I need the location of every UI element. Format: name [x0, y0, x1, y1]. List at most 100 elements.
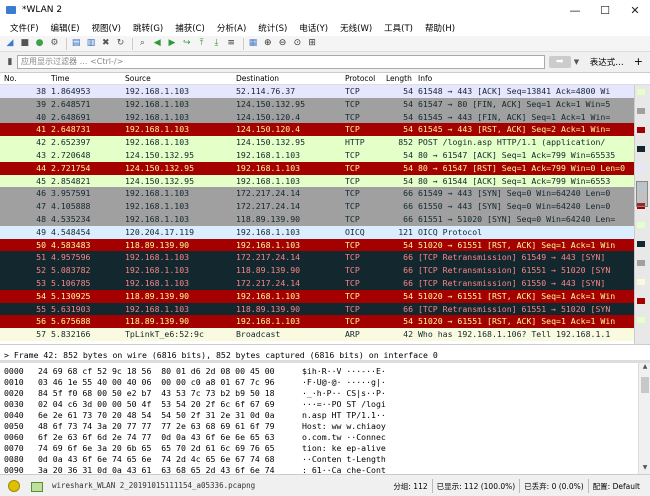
- frame-detail-line[interactable]: > Frame 42: 852 bytes on wire (6816 bits…: [4, 350, 438, 360]
- packet-cell-time: 2.652397: [51, 137, 91, 148]
- packet-row[interactable]: 50 4.583483 118.89.139.90 192.168.1.103 TCP 5…: [0, 238, 634, 252]
- menu-item[interactable]: 捕获(C): [169, 22, 211, 34]
- packet-row[interactable]: 42 2.652397 192.168.1.103 124.150.132.95 HTT…: [0, 136, 634, 149]
- packet-row[interactable]: 54 5.130925 118.89.139.90 192.168.1.103 TCP 5…: [0, 289, 634, 303]
- title-bar: *WLAN 2 — ☐ ✕: [0, 0, 650, 20]
- bytes-scrollbar[interactable]: ▲ ▼: [638, 363, 650, 474]
- reload-icon[interactable]: ↻: [115, 38, 127, 50]
- menu-item[interactable]: 跳转(G): [127, 22, 169, 34]
- menu-item[interactable]: 文件(F): [4, 22, 45, 34]
- capture-file-icon[interactable]: [30, 480, 43, 492]
- packet-cell-time: 4.105888: [51, 201, 91, 212]
- forward-icon[interactable]: ▶: [166, 38, 178, 50]
- normal-size-icon[interactable]: ⊙: [291, 38, 303, 50]
- packet-row[interactable]: 49 4.548454 120.204.17.119 192.168.1.103 OIC…: [0, 225, 634, 239]
- menu-item[interactable]: 工具(T): [378, 22, 419, 34]
- packet-row[interactable]: 55 5.631903 192.168.1.103 118.89.139.90 TCP 6…: [0, 302, 634, 316]
- autoscroll-icon[interactable]: ≡: [225, 38, 237, 50]
- packet-cell-src: 118.89.139.90: [125, 239, 190, 250]
- packet-cell-time: 4.583483: [51, 239, 91, 250]
- bookmark-icon[interactable]: ▮: [3, 55, 17, 68]
- profile-label[interactable]: 配置: Default: [589, 481, 644, 492]
- expert-info-icon[interactable]: [8, 479, 20, 492]
- scroll-down-icon[interactable]: ▼: [639, 464, 650, 474]
- expression-button[interactable]: 表达式…: [584, 56, 630, 68]
- column-header-source[interactable]: Source: [125, 74, 151, 83]
- packet-cell-proto: TCP: [345, 188, 360, 199]
- packet-cell-len: 66: [403, 201, 413, 212]
- packet-cell-info: 61545 → 443 [FIN, ACK] Seq=1 Ack=1 Win=: [418, 111, 611, 122]
- restart-icon[interactable]: ●: [34, 38, 46, 50]
- last-packet-icon[interactable]: ⤓: [210, 38, 222, 50]
- packet-cell-proto: HTTP: [345, 137, 365, 148]
- packet-row[interactable]: 53 5.106785 192.168.1.103 172.217.24.14 TCP 6…: [0, 277, 634, 290]
- close-button[interactable]: ✕: [620, 0, 650, 20]
- packet-row[interactable]: 43 2.720648 124.150.132.95 192.168.1.103 TCP…: [0, 149, 634, 162]
- packet-cell-info: 61551 → 51020 [SYN] Seq=0 Win=64240 Len=: [418, 214, 616, 224]
- apply-filter-button[interactable]: ➡: [548, 55, 571, 68]
- packet-cell-len: 66: [403, 188, 413, 199]
- display-filter-input[interactable]: 应用显示过滤器 … <Ctrl-/>: [17, 54, 545, 69]
- options-icon[interactable]: ⚙: [48, 38, 60, 50]
- minimap-band: [637, 298, 645, 304]
- menu-item[interactable]: 分析(A): [211, 22, 252, 34]
- minimap-band: [637, 108, 645, 114]
- packet-cell-dst: 124.150.120.4: [236, 124, 301, 135]
- packet-row[interactable]: 46 3.957591 192.168.1.103 172.217.24.14 TCP 6…: [0, 187, 634, 201]
- menu-item[interactable]: 编辑(E): [45, 22, 86, 34]
- scroll-thumb[interactable]: [641, 377, 649, 393]
- packet-row[interactable]: 45 2.854821 124.150.132.95 192.168.1.103 TCP…: [0, 174, 634, 188]
- packet-row[interactable]: 52 5.083782 192.168.1.103 118.89.139.90 TCP 6…: [0, 264, 634, 277]
- packet-row[interactable]: 51 4.957596 192.168.1.103 172.217.24.14 TCP 6…: [0, 251, 634, 265]
- packet-row[interactable]: 57 5.832166 TpLinkT_e6:52:9c Broadcast ARP 42…: [0, 328, 634, 341]
- column-header-length[interactable]: Length: [386, 74, 412, 83]
- packet-row[interactable]: 40 2.648691 192.168.1.103 124.150.120.4 TCP 5…: [0, 110, 634, 124]
- menu-item[interactable]: 帮助(H): [419, 22, 461, 34]
- column-header-destination[interactable]: Destination: [236, 74, 279, 83]
- column-header-info[interactable]: Info: [418, 74, 432, 83]
- add-filter-button[interactable]: +: [630, 55, 647, 68]
- packet-cell-info: 80 → 61547 [RST] Seq=1 Ack=799 Win=0 Len…: [418, 162, 626, 173]
- packet-row[interactable]: 38 1.864953 192.168.1.103 52.114.76.37 TCP 54…: [0, 85, 634, 98]
- packet-row[interactable]: 56 5.675688 118.89.139.90 192.168.1.103 TCP 5…: [0, 315, 634, 329]
- packet-row[interactable]: 44 2.721754 124.150.132.95 192.168.1.103 TCP…: [0, 161, 634, 175]
- packet-minimap-scrollbar[interactable]: [634, 85, 650, 344]
- first-packet-icon[interactable]: ⤒: [196, 38, 208, 50]
- colorize-icon[interactable]: ▦: [247, 38, 259, 50]
- save-file-icon[interactable]: ▥: [85, 38, 97, 50]
- column-header-protocol[interactable]: Protocol: [345, 74, 375, 83]
- zoom-out-icon[interactable]: ⊖: [277, 38, 289, 50]
- packet-cell-info: [TCP Retransmission] 61551 → 51020 [SYN: [418, 265, 611, 276]
- packet-cell-info: 61548 → 443 [ACK] Seq=13841 Ack=4800 Wi: [418, 86, 611, 96]
- find-icon[interactable]: ⌕: [136, 38, 148, 50]
- packet-row[interactable]: 47 4.105888 192.168.1.103 172.217.24.14 TCP 6…: [0, 200, 634, 213]
- filter-history-dropdown-icon[interactable]: ▼: [574, 58, 584, 66]
- packet-cell-dst: 192.168.1.103: [236, 162, 301, 173]
- packet-cell-info: 80 → 61547 [ACK] Seq=1 Ack=799 Win=65535: [418, 150, 616, 160]
- maximize-button[interactable]: ☐: [590, 0, 620, 20]
- zoom-in-icon[interactable]: ⊕: [262, 38, 274, 50]
- menu-item[interactable]: 统计(S): [252, 22, 293, 34]
- packet-row[interactable]: 39 2.648571 192.168.1.103 124.150.132.95 TCP…: [0, 97, 634, 111]
- column-header-no[interactable]: No.: [4, 74, 16, 83]
- packet-cell-src: 192.168.1.103: [125, 111, 190, 122]
- packet-cell-len: 54: [403, 98, 413, 109]
- minimize-button[interactable]: —: [560, 0, 590, 20]
- menu-item[interactable]: 无线(W): [334, 22, 378, 34]
- menu-item[interactable]: 视图(V): [86, 22, 127, 34]
- stop-icon[interactable]: ■: [19, 38, 31, 50]
- back-icon[interactable]: ◀: [151, 38, 163, 50]
- packet-cell-proto: TCP: [345, 201, 360, 212]
- menu-item[interactable]: 电话(Y): [293, 22, 334, 34]
- open-file-icon[interactable]: ▤: [70, 38, 82, 50]
- packet-row[interactable]: 41 2.648731 192.168.1.103 124.150.120.4 TCP 5…: [0, 123, 634, 137]
- go-to-packet-icon[interactable]: ↪: [181, 38, 193, 50]
- packet-cell-src: 192.168.1.103: [125, 265, 190, 276]
- resize-columns-icon[interactable]: ⊞: [306, 38, 318, 50]
- close-file-icon[interactable]: ✖: [100, 38, 112, 50]
- shark-fin-icon[interactable]: ◢: [4, 38, 16, 50]
- minimap-thumb[interactable]: [636, 181, 648, 207]
- column-header-time[interactable]: Time: [51, 74, 69, 83]
- scroll-up-icon[interactable]: ▲: [639, 363, 650, 373]
- packet-row[interactable]: 48 4.535234 192.168.1.103 118.89.139.90 TCP 6…: [0, 213, 634, 226]
